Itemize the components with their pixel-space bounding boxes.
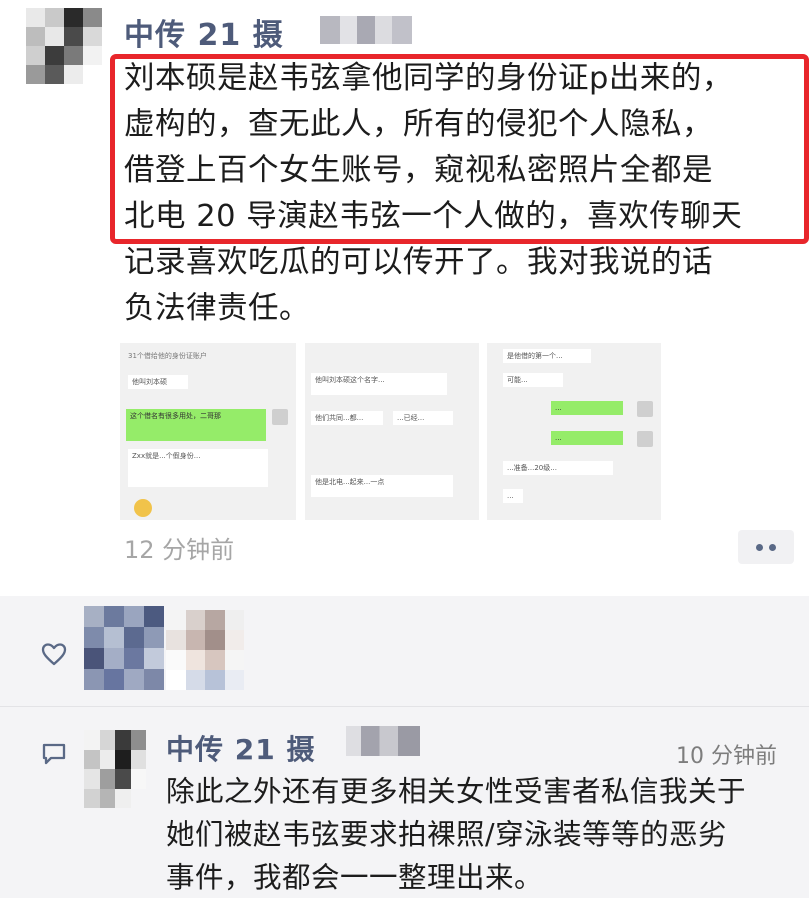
chat-bubble: 可能... xyxy=(503,373,563,387)
post-author-name[interactable]: 中传 21 摄 xyxy=(124,10,284,54)
chat-avatar xyxy=(272,409,288,425)
comment-text-line: 她们被赵韦弦要求拍裸照/穿泳装等等的恶劣 xyxy=(166,818,728,851)
post-image-3[interactable]: 是他借的第一个... 可能... ... ... ...准备...20级... … xyxy=(487,343,661,520)
chat-bubble: ... xyxy=(503,489,523,503)
liker-avatar[interactable] xyxy=(84,606,164,690)
chat-bubble: 他叫刘本硕 xyxy=(128,375,188,389)
chat-bubble: 他是北电...起来...一点 xyxy=(311,475,453,497)
chat-bubble: 他叫刘本硕这个名字... xyxy=(311,373,447,395)
panel-divider xyxy=(0,706,809,707)
comment-text-line: 除此之外还有更多相关女性受害者私信我关于 xyxy=(166,775,747,808)
comment-body: 除此之外还有更多相关女性受害者私信我关于 她们被赵韦弦要求拍裸照/穿泳装等等的恶… xyxy=(166,770,806,898)
chat-bubble: Zxx就是...个假身份... xyxy=(128,449,268,487)
post-image-2[interactable]: 他叫刘本硕这个名字... 他们共同...都... ...已经... 他是北电..… xyxy=(305,343,479,520)
shot-text: 31个借给他的身份证账户 xyxy=(128,352,207,360)
comment-author-avatar[interactable] xyxy=(84,730,146,808)
likers-avatars[interactable] xyxy=(84,606,244,690)
chat-bubble: ...已经... xyxy=(393,411,453,425)
chat-bubble: 是他借的第一个... xyxy=(503,349,591,363)
more-dots-icon[interactable] xyxy=(738,530,794,564)
red-highlight-box xyxy=(110,54,809,244)
comment-author-name[interactable]: 中传 21 摄 xyxy=(166,728,315,768)
chat-avatar xyxy=(637,431,653,447)
chat-bubble: 他们共同...都... xyxy=(311,411,383,425)
post-text-line: 负法律责任。 xyxy=(124,291,310,326)
smile-emoji-icon xyxy=(134,499,152,517)
comment-bubble-icon[interactable] xyxy=(40,741,68,767)
post-image-1[interactable]: 31个借给他的身份证账户 他叫刘本硕 这个借名有很多用处，二哥那 Zxx就是..… xyxy=(120,343,296,520)
author-name-blur xyxy=(346,726,420,756)
post-timestamp: 12 分钟前 xyxy=(124,536,235,564)
chat-bubble: ...准备...20级... xyxy=(503,461,613,475)
comment-timestamp: 10 分钟前 xyxy=(676,744,777,769)
liker-avatar[interactable] xyxy=(166,610,244,690)
author-name-blur xyxy=(320,16,412,44)
chat-bubble-green: 这个借名有很多用处，二哥那 xyxy=(126,409,266,441)
chat-bubble-green: ... xyxy=(551,431,623,445)
post-text-line: 记录喜欢吃瓜的可以传开了。我对我说的话 xyxy=(124,245,713,280)
heart-outline-icon[interactable] xyxy=(40,641,68,667)
chat-avatar xyxy=(637,401,653,417)
chat-bubble-green: ... xyxy=(551,401,623,415)
post-author-avatar[interactable] xyxy=(26,8,102,84)
comment-text-line: 事件，我都会一一整理出来。 xyxy=(166,861,544,894)
